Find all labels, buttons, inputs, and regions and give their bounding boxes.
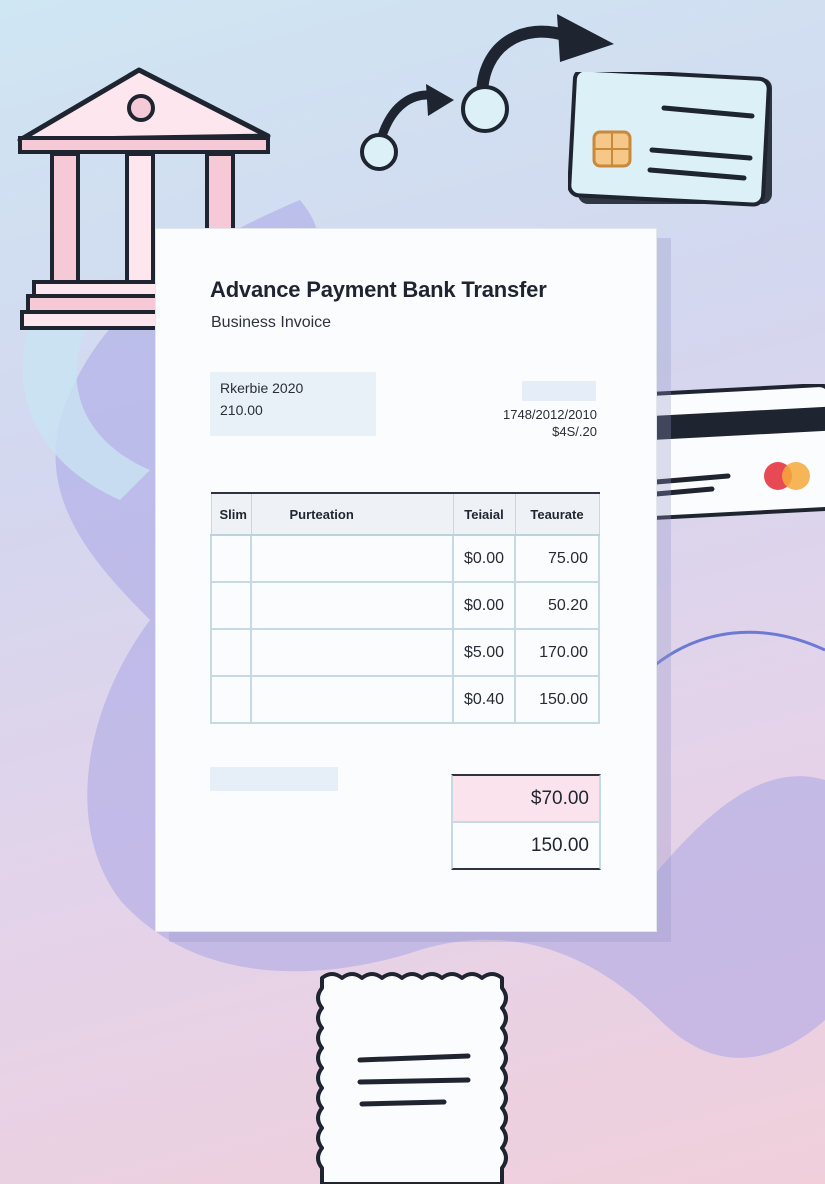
totals-box: $70.00 150.00 (451, 774, 601, 870)
table-row: $5.00 170.00 (210, 628, 600, 677)
table-cell: $5.00 (452, 628, 516, 677)
table-cell: 150.00 (514, 675, 600, 724)
table-cell (210, 675, 252, 724)
table-cell: $0.00 (452, 581, 516, 630)
invoice-document: Advance Payment Bank Transfer Business I… (155, 228, 657, 932)
total-amount-2: 150.00 (530, 835, 589, 856)
billing-info-line-2: 210.00 (220, 402, 263, 418)
table-cell (250, 628, 454, 677)
column-header-teaurate: Teaurate (514, 492, 600, 536)
reference-line-1: 1748/2012/2010 (503, 407, 597, 422)
table-cell (250, 581, 454, 630)
table-cell (210, 628, 252, 677)
column-header-purteation: Purteation (250, 492, 454, 536)
table-cell: 170.00 (514, 628, 600, 677)
table-cell: $0.00 (452, 534, 516, 583)
table-cell (210, 581, 252, 630)
table-row: $0.40 150.00 (210, 675, 600, 724)
table-cell (250, 534, 454, 583)
table-cell: 75.00 (514, 534, 600, 583)
credit-card-icon (629, 384, 825, 520)
invoice-subtitle: Business Invoice (211, 314, 332, 331)
reference-line-2: $4S/.20 (552, 424, 597, 439)
billing-info-box: Rkerbie 2020 210.00 (210, 372, 376, 436)
billing-info-line-1: Rkerbie 2020 (220, 380, 304, 396)
line-items-table: Slim Purteation Teiaial Teaurate $0.00 7… (210, 492, 600, 724)
reference-placeholder (522, 381, 596, 401)
invoice-title: Advance Payment Bank Transfer (210, 277, 547, 302)
table-cell: $0.40 (452, 675, 516, 724)
footer-placeholder (210, 767, 338, 791)
table-row: $0.00 75.00 (210, 534, 600, 583)
total-amount-1: $70.00 (453, 776, 599, 823)
chip-card-icon (568, 72, 772, 207)
column-header-teiaial: Teiaial (452, 492, 516, 536)
table-header-row: Slim Purteation Teiaial Teaurate (210, 492, 600, 536)
column-header-slim: Slim (210, 492, 252, 536)
receipt-icon (316, 972, 508, 1184)
table-cell (210, 534, 252, 583)
table-row: $0.00 50.20 (210, 581, 600, 630)
table-cell: 50.20 (514, 581, 600, 630)
table-cell (250, 675, 454, 724)
